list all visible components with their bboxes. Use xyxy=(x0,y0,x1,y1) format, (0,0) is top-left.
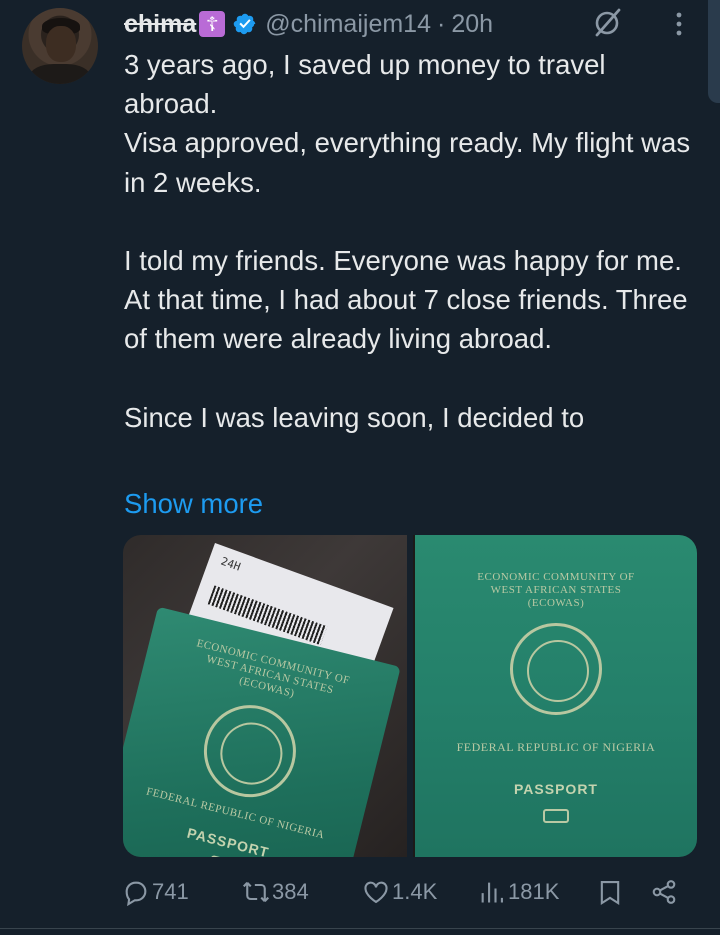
media-grid: 24H ECONOMIC COMMUNITY OF WEST AFRICAN S… xyxy=(123,535,697,857)
views-button[interactable]: 181K xyxy=(478,872,559,912)
grok-icon[interactable] xyxy=(592,6,624,38)
scrollbar[interactable] xyxy=(708,0,720,103)
reply-button[interactable]: 741 xyxy=(122,872,189,912)
display-name[interactable]: chima xyxy=(124,10,196,39)
handle[interactable]: @chimaijem14 xyxy=(265,10,431,39)
tweet-line xyxy=(124,202,699,241)
repost-count: 384 xyxy=(272,879,309,904)
share-button[interactable] xyxy=(650,872,680,912)
repost-icon xyxy=(242,881,270,903)
divider xyxy=(0,928,720,929)
action-bar: 741 384 1.4K 181K xyxy=(122,872,682,912)
views-count: 181K xyxy=(508,879,560,904)
boarding-pass-gate: 24H xyxy=(219,554,243,574)
avatar[interactable] xyxy=(22,8,98,84)
passport-org-line1: ECONOMIC COMMUNITY OF xyxy=(477,571,635,583)
heart-icon xyxy=(364,881,388,904)
like-count: 1.4K xyxy=(392,879,438,904)
verified-badge-icon[interactable] xyxy=(233,12,257,36)
bookmark-icon xyxy=(600,881,620,906)
reply-icon xyxy=(125,881,147,906)
biometric-chip-icon xyxy=(543,809,569,823)
ecowas-emblem xyxy=(510,623,602,715)
more-vertical-icon[interactable] xyxy=(668,10,690,38)
like-button[interactable]: 1.4K xyxy=(362,872,437,912)
tweet-line: Since I was leaving soon, I decided to xyxy=(124,401,585,433)
avatar-shirt xyxy=(30,64,90,84)
media-image-right[interactable]: ECONOMIC COMMUNITY OF WEST AFRICAN STATE… xyxy=(413,535,697,857)
views-chart-icon xyxy=(481,882,503,903)
timestamp[interactable]: 20h xyxy=(451,10,493,39)
bookmark-button[interactable] xyxy=(596,872,626,912)
avatar-face xyxy=(46,26,76,62)
passport-org-line3: (ECOWAS) xyxy=(527,597,585,609)
tweet-line xyxy=(124,359,699,398)
tweet-line: 3 years ago, I saved up money to travel … xyxy=(124,49,606,120)
repost-button[interactable]: 384 xyxy=(242,872,309,912)
orthodox-cross-emoji: ☦ xyxy=(199,11,226,37)
biometric-chip-icon xyxy=(208,854,237,857)
passport-right: ECONOMIC COMMUNITY OF WEST AFRICAN STATE… xyxy=(415,535,697,857)
ecowas-emblem xyxy=(194,695,306,807)
passport-org-line2: WEST AFRICAN STATES xyxy=(490,584,622,596)
tweet-line: Visa approved, everything ready. My flig… xyxy=(124,127,691,198)
share-icon xyxy=(652,880,676,904)
show-more-link[interactable]: Show more xyxy=(124,484,263,523)
passport-label: PASSPORT xyxy=(514,781,598,797)
media-image-left[interactable]: 24H ECONOMIC COMMUNITY OF WEST AFRICAN S… xyxy=(123,535,407,857)
passport-country-text: FEDERAL REPUBLIC OF NIGERIA xyxy=(456,740,656,754)
separator-dot: · xyxy=(436,9,446,38)
tweet-text: 3 years ago, I saved up money to travel … xyxy=(124,45,699,437)
reply-count: 741 xyxy=(152,879,189,904)
tweet-header: chima ☦ @chimaijem14 · 20h xyxy=(124,6,493,42)
tweet-line: I told my friends. Everyone was happy fo… xyxy=(124,245,688,355)
